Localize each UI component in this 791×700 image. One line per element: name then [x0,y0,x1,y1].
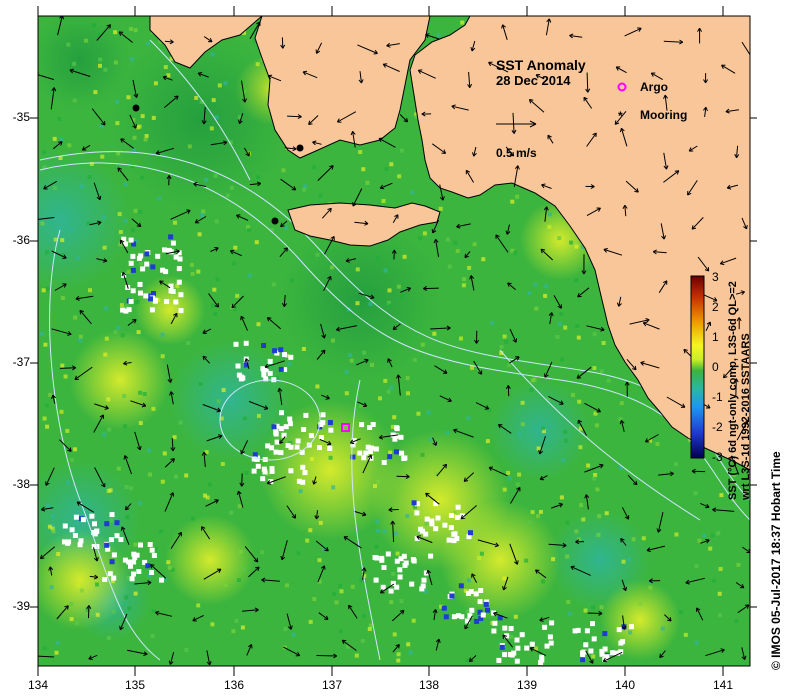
sst-anomaly-map-figure: 134 135 136 137 138 139 140 141 -35 -36 … [13,6,783,692]
colorbar-tick: 1 [712,330,719,344]
mooring-legend-label: Mooring [640,108,687,122]
lon-tick-label: 135 [125,678,145,692]
lat-tick-label: -38 [13,477,31,491]
colorbar-tick: -2 [712,420,723,434]
lon-tick-label: 137 [322,678,342,692]
colorbar-caption-line-1: SST (°C) 6d ngt-only comp, L3S-6d QL>=2 [727,281,739,500]
lon-tick-label: 140 [615,678,635,692]
lat-tick-label: -36 [13,233,31,247]
colorbar-caption-line-2: wrt L3S-1d 1992-2016 SSTAARS [740,333,752,501]
colorbar-tick: 0 [712,360,719,374]
mooring-marker[interactable] [271,217,279,225]
argo-legend-label: Argo [640,80,668,94]
mooring-marker[interactable] [132,104,140,112]
lat-tick-label: -39 [13,599,31,613]
colorbar-tick: -1 [712,390,723,404]
vector-scale-label: 0.5 m/s [496,146,537,160]
colorbar-tick: 3 [712,270,719,284]
latitude-axis: -35 -36 -37 -38 -39 [13,110,31,613]
mooring-marker[interactable] [296,144,304,152]
colorbar-tick: -3 [712,450,723,464]
imos-credit: © IMOS 05-Jul-2017 18:37 Hobart Time [769,451,783,670]
lon-tick-label: 138 [419,678,439,692]
lon-tick-label: 139 [517,678,537,692]
colorbar-gradient [690,275,705,459]
mooring-legend-icon: * [618,109,623,123]
longitude-axis: 134 135 136 137 138 139 140 141 [28,678,733,692]
colorbar-tick: 2 [712,300,719,314]
lon-tick-label: 136 [224,678,244,692]
lat-tick-label: -37 [13,355,31,369]
lon-tick-label: 134 [28,678,48,692]
map-title: SST Anomaly [496,57,586,73]
map-date: 28 Dec 2014 [496,73,571,88]
lon-tick-label: 141 [713,678,733,692]
lat-tick-label: -35 [13,110,31,124]
